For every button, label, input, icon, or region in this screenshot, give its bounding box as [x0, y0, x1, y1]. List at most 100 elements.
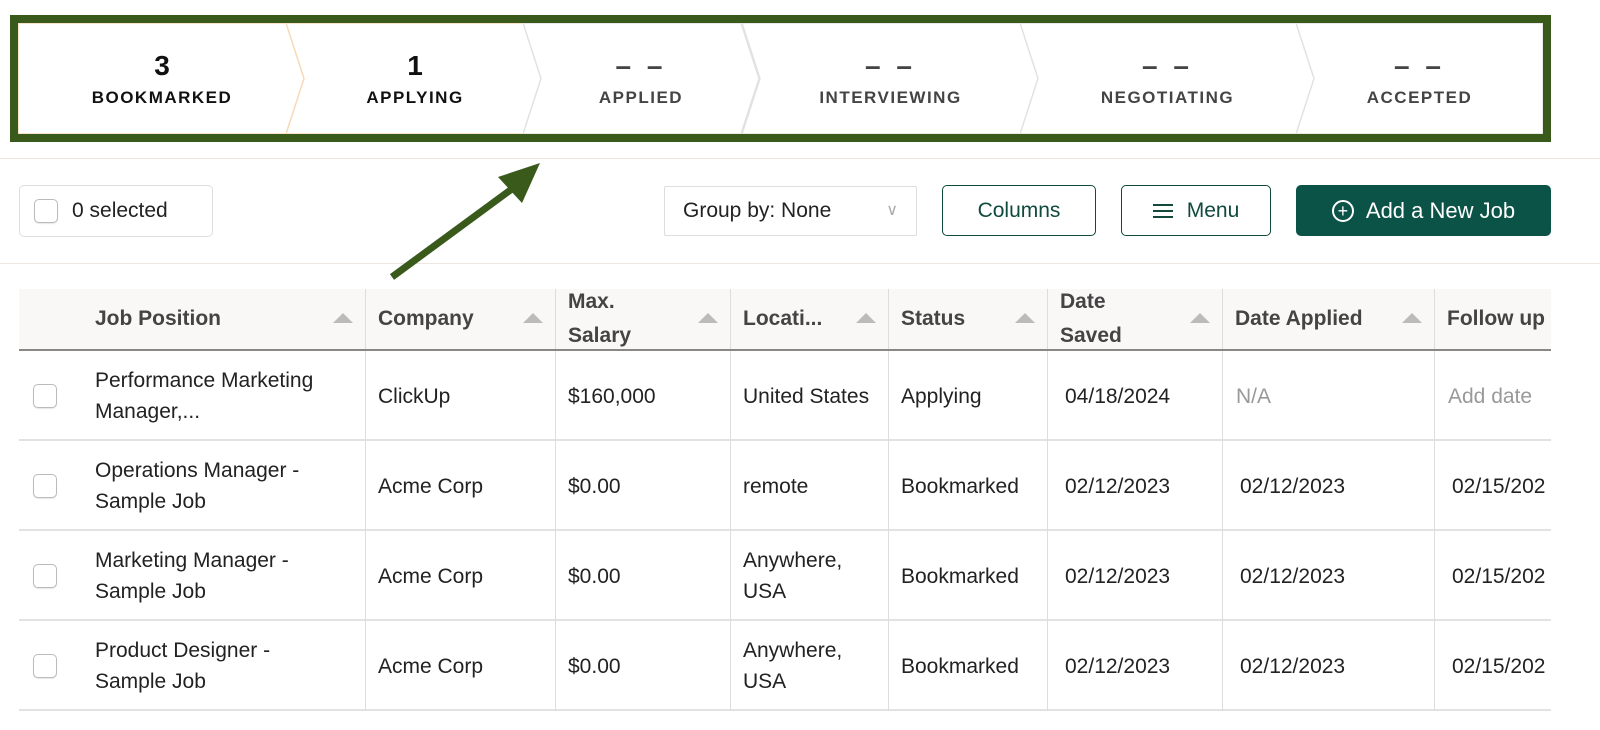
column-header-label: Job Position — [95, 307, 221, 330]
cell-follow-up[interactable]: 02/15/202 — [1435, 531, 1551, 621]
select-all-checkbox[interactable] — [34, 199, 58, 223]
row-checkbox[interactable] — [33, 474, 57, 498]
menu-label: Menu — [1186, 198, 1240, 222]
column-header-label: Company — [378, 307, 474, 330]
table-row[interactable]: Marketing Manager - Sample Job Acme Corp $… — [19, 531, 1551, 621]
cell-follow-up[interactable]: Add date — [1435, 351, 1551, 441]
sort-ascending-icon[interactable] — [1190, 313, 1210, 323]
divider — [0, 263, 1600, 264]
row-checkbox[interactable] — [33, 564, 57, 588]
divider — [0, 158, 1600, 159]
table-row[interactable]: Product Designer - Sample Job Acme Corp $0… — [19, 621, 1551, 711]
sort-ascending-icon[interactable] — [333, 313, 353, 323]
row-checkbox[interactable] — [33, 384, 57, 408]
sort-ascending-icon[interactable] — [523, 313, 543, 323]
add-new-job-label: Add a New Job — [1365, 197, 1516, 223]
sort-ascending-icon[interactable] — [698, 313, 718, 323]
sort-ascending-icon[interactable] — [1402, 313, 1422, 323]
stage-count: – – — [1142, 49, 1193, 81]
stage-text: – – NEGOTIATING — [1020, 23, 1315, 134]
cell-date-saved: 02/12/2023 — [1048, 441, 1223, 531]
cell-date-applied: 02/12/2023 — [1223, 441, 1435, 531]
cell-status[interactable]: Bookmarked — [889, 441, 1048, 531]
row-checkbox[interactable] — [33, 654, 57, 678]
pipeline-stage-negotiating[interactable]: – – NEGOTIATING — [1020, 23, 1315, 134]
column-header-status[interactable]: Status — [889, 289, 1048, 349]
cell-salary: $160,000 — [556, 351, 731, 441]
column-header-label: Date Saved — [1060, 290, 1122, 347]
pipeline-stage-interviewing[interactable]: – – INTERVIEWING — [742, 23, 1039, 134]
row-checkbox-cell — [19, 351, 83, 441]
chevron-down-icon: ∨ — [886, 202, 898, 219]
stage-label: INTERVIEWING — [819, 87, 962, 107]
table-row[interactable]: Performance Marketing Manager,... ClickUp… — [19, 351, 1551, 441]
group-by-select[interactable]: Group by: None ∨ — [664, 186, 917, 236]
stage-text: 3 BOOKMARKED — [18, 23, 306, 134]
column-header-date-saved[interactable]: Date Saved — [1048, 289, 1223, 349]
cell-follow-up[interactable]: 02/15/202 — [1435, 621, 1551, 711]
cell-follow-up[interactable]: 02/15/202 — [1435, 441, 1551, 531]
table-header: Job Position Company Max. Salary Locati... S… — [19, 289, 1551, 351]
column-header-job-position[interactable]: Job Position — [19, 289, 366, 349]
column-header-label: Date Applied — [1235, 307, 1363, 330]
stage-count: – – — [615, 49, 667, 81]
selected-count: 0 selected — [72, 199, 168, 222]
cell-company: Acme Corp — [366, 621, 556, 711]
stage-text: – – INTERVIEWING — [742, 23, 1039, 134]
stage-text: – – ACCEPTED — [1296, 23, 1543, 134]
cell-position[interactable]: Operations Manager - Sample Job — [83, 441, 366, 531]
cell-company: Acme Corp — [366, 531, 556, 621]
column-header-label: Status — [901, 307, 966, 330]
column-header-date-applied[interactable]: Date Applied — [1223, 289, 1435, 349]
row-checkbox-cell — [19, 441, 83, 531]
column-header-locati[interactable]: Locati... — [731, 289, 889, 349]
sort-ascending-icon[interactable] — [1015, 313, 1035, 323]
cell-date-applied: N/A — [1223, 351, 1435, 441]
cell-position[interactable]: Product Designer - Sample Job — [83, 621, 366, 711]
column-header-label: Max. Salary — [568, 290, 632, 347]
cell-date-saved: 02/12/2023 — [1048, 531, 1223, 621]
pipeline-stage-applied[interactable]: – – APPLIED — [523, 23, 759, 134]
cell-date-applied: 02/12/2023 — [1223, 621, 1435, 711]
cell-position[interactable]: Performance Marketing Manager,... — [83, 351, 366, 441]
sort-ascending-icon[interactable] — [856, 313, 876, 323]
stage-text: – – APPLIED — [523, 23, 759, 134]
pipeline-stage-applying[interactable]: 1 APPLYING — [286, 23, 544, 134]
column-header-max-salary[interactable]: Max. Salary — [556, 289, 731, 349]
pipeline-stage-bookmarked[interactable]: 3 BOOKMARKED — [18, 23, 306, 134]
table-row[interactable]: Operations Manager - Sample Job Acme Corp… — [19, 441, 1551, 531]
column-header-follow-up[interactable]: Follow up — [1435, 289, 1551, 349]
menu-button[interactable]: Menu — [1121, 185, 1271, 236]
cell-salary: $0.00 — [556, 531, 731, 621]
cell-company: ClickUp — [366, 351, 556, 441]
cell-status[interactable]: Applying — [889, 351, 1048, 441]
column-header-company[interactable]: Company — [366, 289, 556, 349]
cell-location: Anywhere, USA — [731, 531, 889, 621]
columns-button[interactable]: Columns — [942, 185, 1096, 236]
group-by-label: Group by: None — [683, 199, 832, 222]
pipeline-highlight-frame: 3 BOOKMARKED 1 APPLYING – – APPLIED – – INTERVI… — [10, 15, 1551, 142]
cell-date-applied: 02/12/2023 — [1223, 531, 1435, 621]
select-all-control[interactable]: 0 selected — [19, 185, 213, 237]
stage-label: NEGOTIATING — [1100, 87, 1235, 107]
columns-label: Columns — [977, 198, 1061, 222]
cell-status[interactable]: Bookmarked — [889, 621, 1048, 711]
cell-location: Anywhere, USA — [731, 621, 889, 711]
job-tracker-page: 3 BOOKMARKED 1 APPLYING – – APPLIED – – INTERVI… — [0, 0, 1600, 730]
add-new-job-button[interactable]: + Add a New Job — [1296, 185, 1551, 236]
column-header-label: Locati... — [743, 307, 823, 330]
stage-label: APPLYING — [366, 87, 464, 107]
jobs-table: Job Position Company Max. Salary Locati... S… — [19, 289, 1551, 730]
stage-count: – – — [1394, 49, 1445, 81]
plus-circle-icon: + — [1331, 199, 1354, 222]
cell-status[interactable]: Bookmarked — [889, 531, 1048, 621]
pipeline-stage-accepted[interactable]: – – ACCEPTED — [1296, 23, 1543, 134]
cell-salary: $0.00 — [556, 441, 731, 531]
stage-label: BOOKMARKED — [91, 87, 233, 107]
pipeline-stages: 3 BOOKMARKED 1 APPLYING – – APPLIED – – INTERVI… — [18, 23, 1543, 134]
cell-date-saved: 02/12/2023 — [1048, 621, 1223, 711]
cell-position[interactable]: Marketing Manager - Sample Job — [83, 531, 366, 621]
row-checkbox-cell — [19, 621, 83, 711]
stage-count: 1 — [407, 49, 423, 81]
hamburger-icon — [1152, 200, 1173, 222]
